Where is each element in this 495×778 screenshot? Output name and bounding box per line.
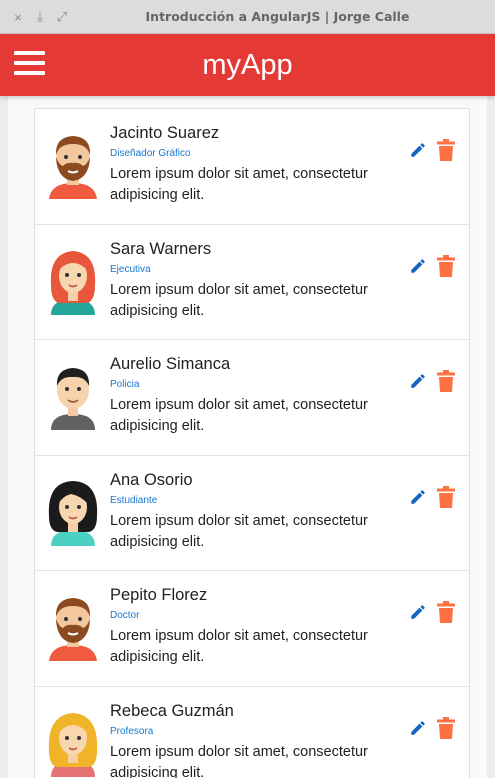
contact-name: Aurelio Simanca [110,355,231,374]
contact-text: Ana Osorio Estudiante Lorem ipsum dolor si… [110,470,400,553]
contact-description: Lorem ipsum dolor sit amet, consectetur … [110,281,368,319]
contact-actions [409,716,455,739]
contact-actions [409,601,455,624]
contact-text: Rebeca Guzmán Profesora Lorem ipsum dolor … [110,701,400,778]
contact-description: Lorem ipsum dolor sit amet, consectetur … [110,512,368,550]
contact-list-item[interactable]: Aurelio Simanca Policia Lorem ipsum dolor … [35,340,469,456]
bearded-man-avatar [43,129,103,199]
app-title: myApp [202,49,293,81]
edit-pencil-icon[interactable] [409,601,427,623]
contact-role: Policia [110,379,140,391]
contact-actions [409,139,455,161]
red-haired-woman-avatar [43,245,103,315]
contact-text: Pepito Florez Doctor Lorem ipsum dolor sit… [110,585,400,668]
delete-trash-icon[interactable] [437,716,455,739]
edit-pencil-icon[interactable] [409,139,427,161]
contact-description: Lorem ipsum dolor sit amet, consectetur … [110,397,368,435]
delete-trash-icon[interactable] [437,254,455,277]
delete-trash-icon[interactable] [437,139,455,161]
contact-description: Lorem ipsum dolor sit amet, consectetur … [110,743,368,778]
contact-list: Jacinto Suarez Diseñador Gráfico Lorem ips… [34,108,470,778]
delete-trash-icon[interactable] [437,601,455,624]
contact-role: Estudiante [110,494,158,506]
window-titlebar: × ⤓ ⤢ Introducción a AngularJS | Jorge C… [0,0,495,34]
contact-name: Pepito Florez [110,586,208,605]
black-haired-woman-avatar [43,476,103,546]
contact-list-item[interactable]: Pepito Florez Doctor Lorem ipsum dolor sit… [35,571,469,687]
delete-trash-icon[interactable] [437,370,455,393]
contact-description: Lorem ipsum dolor sit amet, consectetur … [110,628,368,666]
contact-list-item[interactable]: Sara Warners Ejecutiva Lorem ipsum dolor s… [35,225,469,341]
contact-text: Sara Warners Ejecutiva Lorem ipsum dolor s… [110,239,400,322]
contact-list-item[interactable]: Rebeca Guzmán Profesora Lorem ipsum dolor … [35,687,469,778]
edit-pencil-icon[interactable] [409,255,427,277]
app-toolbar: myApp [0,34,495,96]
edit-pencil-icon[interactable] [409,486,427,508]
contact-name: Jacinto Suarez [110,124,220,142]
contact-actions [409,254,455,277]
contact-text: Jacinto Suarez Diseñador Gráfico Lorem ips… [110,123,400,206]
contact-text: Aurelio Simanca Policia Lorem ipsum dolor … [110,354,400,437]
contact-actions [409,485,455,508]
contact-name: Rebeca Guzmán [110,701,234,720]
window-title: Introducción a AngularJS | Jorge Calle [145,9,410,24]
contact-list-item[interactable]: Jacinto Suarez Diseñador Gráfico Lorem ips… [35,109,469,225]
contact-name: Ana Osorio [110,470,193,489]
delete-trash-icon[interactable] [437,485,455,508]
blonde-woman-avatar [43,707,103,777]
dark-haired-man-avatar [43,360,103,431]
edit-pencil-icon[interactable] [409,717,427,739]
main-content: Jacinto Suarez Diseñador Gráfico Lorem ips… [8,96,487,778]
contact-role: Diseñador Gráfico [110,148,191,159]
contact-role: Profesora [110,725,154,737]
contact-role: Doctor [110,610,140,622]
bearded-man-avatar [43,591,103,662]
contact-list-item[interactable]: Ana Osorio Estudiante Lorem ipsum dolor si… [35,456,469,572]
contact-description: Lorem ipsum dolor sit amet, consectetur … [110,166,368,203]
contact-role: Ejecutiva [110,263,151,275]
contact-name: Sara Warners [110,239,212,258]
contact-actions [409,370,455,393]
edit-pencil-icon[interactable] [409,370,427,392]
